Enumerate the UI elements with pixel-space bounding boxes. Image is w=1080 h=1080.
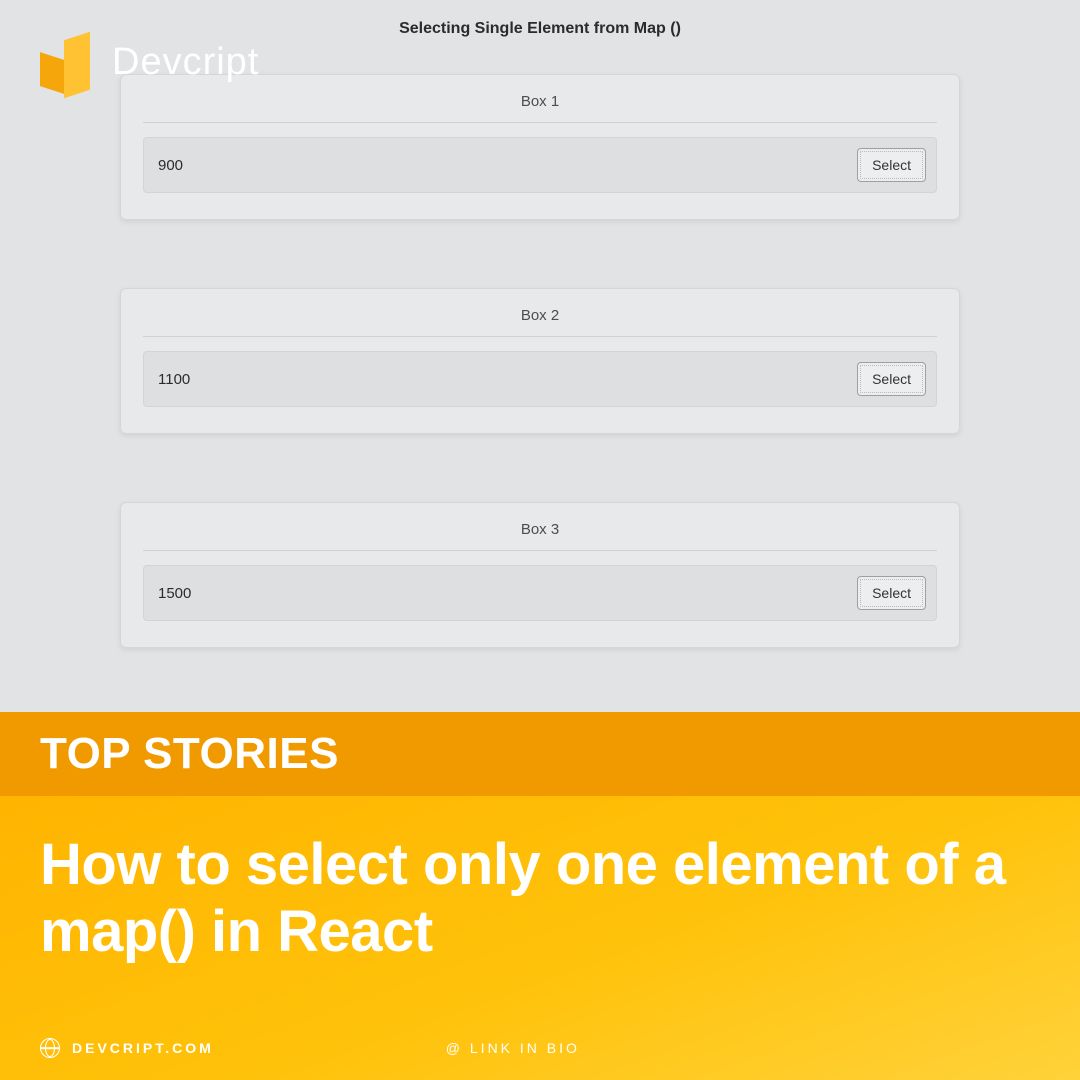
box-label: Box 2: [143, 307, 937, 337]
box-row: 1500 Select: [143, 565, 937, 621]
box-value: 900: [158, 157, 183, 174]
select-button[interactable]: Select: [857, 148, 926, 182]
banner-kicker: TOP STORIES: [40, 729, 339, 779]
banner-main: How to select only one element of a map(…: [0, 796, 1080, 1080]
box-value: 1500: [158, 585, 191, 602]
banner-site: DEVCRIPT.COM: [72, 1040, 214, 1056]
brand-name: Devcript: [112, 41, 259, 84]
box-value: 1100: [158, 371, 190, 388]
box-card: Box 1 900 Select: [120, 74, 960, 220]
banner-headline: How to select only one element of a map(…: [40, 832, 1040, 965]
box-label: Box 1: [143, 93, 937, 123]
box-row: 1100 Select: [143, 351, 937, 407]
box-label: Box 3: [143, 521, 937, 551]
globe-icon: [40, 1038, 60, 1058]
box-card: Box 2 1100 Select: [120, 288, 960, 434]
banner-link-in-bio: @ LINK IN BIO: [446, 1040, 580, 1056]
select-button[interactable]: Select: [857, 362, 926, 396]
banner-footer: DEVCRIPT.COM @ LINK IN BIO: [40, 1038, 1040, 1058]
app-area: Selecting Single Element from Map () Dev…: [0, 0, 1080, 712]
brand-logo: Devcript: [40, 30, 259, 94]
box-row: 900 Select: [143, 137, 937, 193]
card-list: Box 1 900 Select Box 2 1100 Select Box 3…: [120, 74, 960, 648]
box-card: Box 3 1500 Select: [120, 502, 960, 648]
select-button[interactable]: Select: [857, 576, 926, 610]
logo-mark-icon: [40, 30, 96, 94]
banner-kicker-bar: TOP STORIES: [0, 712, 1080, 796]
